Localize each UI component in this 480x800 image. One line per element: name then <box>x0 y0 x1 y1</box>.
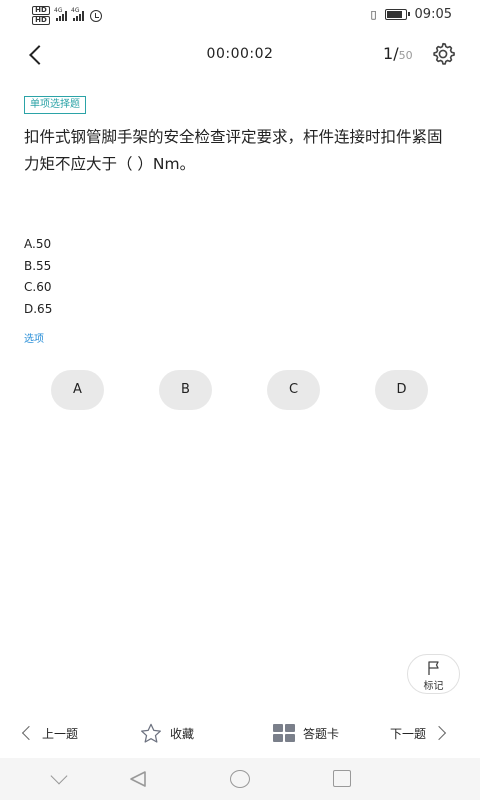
network-type-label: 4G <box>71 6 80 14</box>
hd-indicator: HD HD <box>32 6 50 25</box>
grid-icon <box>273 724 295 742</box>
answer-card-label: 答题卡 <box>303 726 340 741</box>
network-type-label: 4G <box>54 6 63 14</box>
bottom-toolbar: 上一题 收藏 答题卡 下一题 <box>0 716 480 750</box>
question-type-badge: 单项选择题 <box>24 96 86 114</box>
answer-card-button[interactable]: 答题卡 <box>273 722 339 744</box>
option-a: A.50 <box>24 237 52 251</box>
next-question-label: 下一题 <box>390 726 427 741</box>
battery-icon <box>384 9 410 20</box>
next-question-button[interactable]: 下一题 <box>390 722 448 744</box>
flag-icon <box>428 661 439 675</box>
answer-button-d[interactable]: D <box>375 370 428 410</box>
answer-button-a[interactable]: A <box>51 370 104 410</box>
hd-icon: HD <box>32 16 50 25</box>
signal-icon: 4G <box>54 7 67 21</box>
question-text: 扣件式钢管脚手架的安全检查评定要求，杆件连接时扣件紧固力矩不应大于（ ）Nm。 <box>24 128 443 173</box>
favorite-label: 收藏 <box>170 726 195 741</box>
answer-buttons: A B C D <box>51 370 429 410</box>
prev-question-label: 上一题 <box>42 726 79 741</box>
answer-button-c[interactable]: C <box>267 370 320 410</box>
options-section-label: 选项 <box>24 334 44 345</box>
clock: 09:05 <box>414 7 452 22</box>
header: 00:00:02 1/50 <box>0 36 480 72</box>
option-b: B.55 <box>24 258 52 273</box>
alarm-icon <box>90 9 102 22</box>
current-question-number: 1 <box>383 44 394 63</box>
mark-label: 标记 <box>423 681 444 692</box>
hd-icon: HD <box>32 6 50 15</box>
status-bar: HD HD 4G 4G ▯ 09:05 <box>0 0 480 30</box>
favorite-button[interactable]: 收藏 <box>140 722 194 744</box>
option-d: D.65 <box>24 301 53 316</box>
chevron-left-icon <box>21 725 37 741</box>
status-right: ▯ 09:05 <box>370 7 452 22</box>
total-questions: 50 <box>398 49 413 62</box>
nav-recent-icon[interactable] <box>333 770 351 787</box>
gear-icon[interactable] <box>430 41 456 67</box>
answer-button-b[interactable]: B <box>159 370 212 410</box>
option-list: A.50 B.55 C.60 D.65 <box>24 234 52 320</box>
system-nav-bar <box>0 758 480 800</box>
question-progress: 1/50 <box>383 44 413 63</box>
star-icon <box>141 723 161 743</box>
mark-button[interactable]: 标记 <box>407 654 460 694</box>
nav-home-icon[interactable] <box>230 770 250 788</box>
status-left: HD HD 4G 4G <box>32 6 102 25</box>
vibrate-icon: ▯ <box>370 8 377 21</box>
nav-back-icon[interactable] <box>128 770 148 788</box>
option-c: C.60 <box>24 280 52 294</box>
chevron-down-icon[interactable] <box>50 767 68 785</box>
signal-icon: 4G <box>71 7 84 21</box>
prev-question-button[interactable]: 上一题 <box>20 722 78 744</box>
chevron-right-icon <box>431 725 447 741</box>
